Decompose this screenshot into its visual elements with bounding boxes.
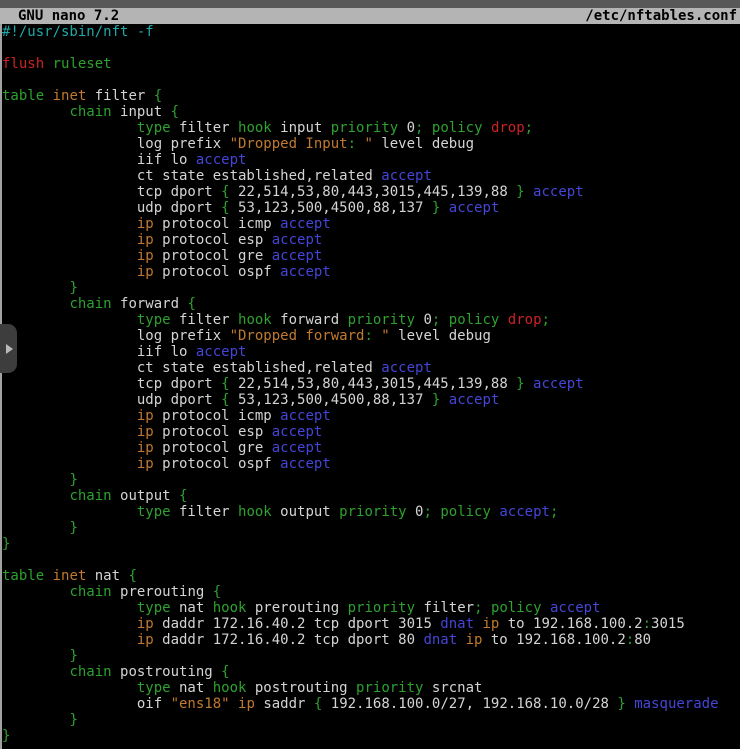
code-line: chain output { xyxy=(2,488,738,504)
console-sidebar-handle[interactable] xyxy=(0,324,17,373)
file-path: /etc/nftables.conf xyxy=(585,8,740,24)
code-line: ip protocol esp accept xyxy=(2,424,738,440)
right-arrow-icon xyxy=(6,344,13,354)
code-line: } xyxy=(2,280,738,296)
code-line: udp dport { 53,123,500,4500,88,137 } acc… xyxy=(2,200,738,216)
code-line: oif "ens18" ip saddr { 192.168.100.0/27,… xyxy=(2,696,738,712)
nano-titlebar: GNU nano 7.2 /etc/nftables.conf xyxy=(0,8,740,24)
code-line: chain postrouting { xyxy=(2,664,738,680)
window-top-strip xyxy=(0,0,740,8)
code-line xyxy=(2,552,738,568)
terminal[interactable]: #!/usr/sbin/nft -f flush ruleset table i… xyxy=(2,24,738,749)
code-line: iif lo accept xyxy=(2,344,738,360)
code-line: } xyxy=(2,520,738,536)
code-line: chain prerouting { xyxy=(2,584,738,600)
code-line: } xyxy=(2,536,738,552)
code-line: ip daddr 172.16.40.2 tcp dport 3015 dnat… xyxy=(2,616,738,632)
code-line: type filter hook forward priority 0; pol… xyxy=(2,312,738,328)
code-line: type filter hook input priority 0; polic… xyxy=(2,120,738,136)
code-line: tcp dport { 22,514,53,80,443,3015,445,13… xyxy=(2,376,738,392)
code-line: type nat hook prerouting priority filter… xyxy=(2,600,738,616)
code-line: chain input { xyxy=(2,104,738,120)
code-line: type nat hook postrouting priority srcna… xyxy=(2,680,738,696)
code-line xyxy=(2,72,738,88)
code-line: flush ruleset xyxy=(2,56,738,72)
app-title: GNU nano 7.2 xyxy=(0,8,119,24)
code-line: #!/usr/sbin/nft -f xyxy=(2,24,738,40)
code-line xyxy=(2,40,738,56)
code-line: ip protocol esp accept xyxy=(2,232,738,248)
code-line: log prefix "Dropped Input: " level debug xyxy=(2,136,738,152)
code-line: type filter hook output priority 0; poli… xyxy=(2,504,738,520)
code-line: tcp dport { 22,514,53,80,443,3015,445,13… xyxy=(2,184,738,200)
code-line: ip protocol gre accept xyxy=(2,248,738,264)
code-line: ct state established,related accept xyxy=(2,168,738,184)
code-line: table inet nat { xyxy=(2,568,738,584)
code-line: ct state established,related accept xyxy=(2,360,738,376)
code-line: table inet filter { xyxy=(2,88,738,104)
code-line: ip protocol ospf accept xyxy=(2,264,738,280)
code-line: udp dport { 53,123,500,4500,88,137 } acc… xyxy=(2,392,738,408)
code-line: } xyxy=(2,728,738,744)
code-line: chain forward { xyxy=(2,296,738,312)
code-line: log prefix "Dropped forward: " level deb… xyxy=(2,328,738,344)
code-line: } xyxy=(2,712,738,728)
code-line: ip protocol ospf accept xyxy=(2,456,738,472)
code-line: } xyxy=(2,648,738,664)
code-line: } xyxy=(2,472,738,488)
code-line: ip protocol icmp accept xyxy=(2,216,738,232)
nano-editor-screen: GNU nano 7.2 /etc/nftables.conf #!/usr/s… xyxy=(0,0,740,749)
code-line: ip protocol gre accept xyxy=(2,440,738,456)
code-line: ip protocol icmp accept xyxy=(2,408,738,424)
code-line: ip daddr 172.16.40.2 tcp dport 80 dnat i… xyxy=(2,632,738,648)
code-line: iif lo accept xyxy=(2,152,738,168)
